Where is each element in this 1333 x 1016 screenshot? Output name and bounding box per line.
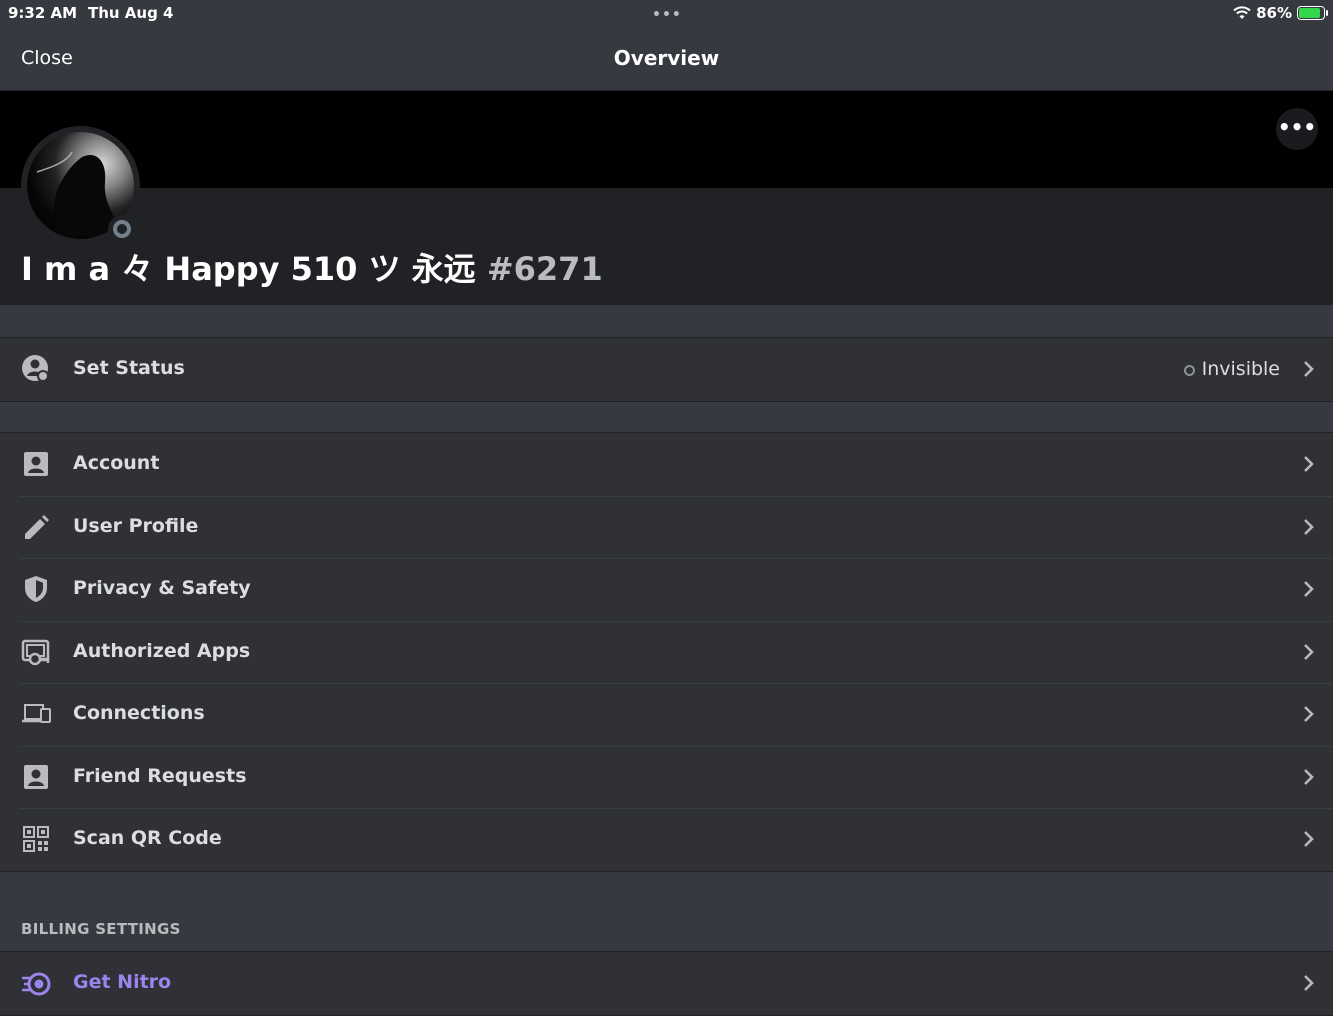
settings-item-label: Get Nitro (73, 971, 172, 993)
wifi-icon (1233, 6, 1251, 19)
profile-banner: ••• (0, 91, 1333, 188)
pencil-icon (25, 514, 49, 539)
chevron-right-icon (1304, 768, 1314, 785)
discriminator: #6271 (486, 250, 603, 288)
nav-bar: Close Overview (0, 28, 1333, 91)
settings-item-label: Connections (73, 702, 205, 724)
set-status-icon (22, 355, 49, 382)
qr-code-icon (23, 826, 49, 852)
settings-item-account[interactable]: Account (0, 433, 1333, 496)
settings-item-label: User Profile (73, 514, 199, 537)
status-bar: 9:32 AM Thu Aug 4 ••• 86% (0, 0, 1333, 28)
settings-item-authorized-apps[interactable]: Authorized Apps (0, 620, 1333, 684)
shield-icon (25, 576, 47, 602)
user-settings-section: Account User Profile Privacy & Safety Au… (0, 432, 1333, 872)
display-name: I m a 々 Happy 510 ツ 永远 (21, 250, 487, 288)
battery-percent: 86% (1256, 4, 1292, 22)
status-indicator-icon (108, 215, 136, 243)
account-icon (24, 452, 48, 476)
set-status-label: Set Status (73, 357, 185, 379)
chevron-right-icon (1304, 706, 1314, 722)
chevron-right-icon (1304, 831, 1314, 847)
status-time: 9:32 AM (8, 4, 78, 22)
chevron-right-icon (1304, 581, 1314, 597)
page-title: Overview (613, 46, 720, 70)
chevron-right-icon (1304, 975, 1314, 991)
devices-icon (22, 704, 51, 723)
settings-item-connections[interactable]: Connections (0, 683, 1333, 746)
status-right: 86% (1233, 4, 1328, 22)
more-options-button[interactable]: ••• (1276, 108, 1318, 150)
billing-settings-header: BILLING SETTINGS (21, 920, 181, 938)
settings-item-get-nitro[interactable]: Get Nitro (0, 952, 1333, 1015)
battery-icon (1297, 6, 1328, 20)
settings-item-label: Account (73, 452, 160, 474)
settings-item-scan-qr[interactable]: Scan QR Code (0, 808, 1333, 871)
chevron-right-icon (1304, 643, 1314, 660)
set-status-row[interactable]: Set Status Invisible (0, 338, 1333, 401)
chevron-right-icon (1304, 361, 1314, 377)
status-section: Set Status Invisible (0, 337, 1333, 402)
settings-item-friend-requests[interactable]: Friend Requests (0, 745, 1333, 809)
settings-item-label: Authorized Apps (73, 639, 251, 662)
settings-item-label: Friend Requests (73, 764, 247, 787)
status-date: Thu Aug 4 (88, 4, 174, 22)
settings-item-label: Privacy & Safety (73, 577, 251, 599)
friend-requests-icon (24, 764, 48, 789)
invisible-status-icon (1184, 365, 1195, 376)
settings-item-label: Scan QR Code (73, 827, 222, 849)
multitask-dots-icon[interactable]: ••• (652, 7, 682, 23)
chevron-right-icon (1304, 456, 1314, 472)
chevron-right-icon (1304, 518, 1314, 535)
status-value: Invisible (1201, 358, 1280, 380)
nitro-icon (22, 972, 51, 996)
settings-item-privacy-safety[interactable]: Privacy & Safety (0, 558, 1333, 621)
settings-item-user-profile[interactable]: User Profile (0, 495, 1333, 559)
authorized-apps-icon (21, 639, 50, 665)
username: I m a 々 Happy 510 ツ 永远 #6271 (21, 244, 603, 290)
billing-section: Get Nitro (0, 951, 1333, 1016)
